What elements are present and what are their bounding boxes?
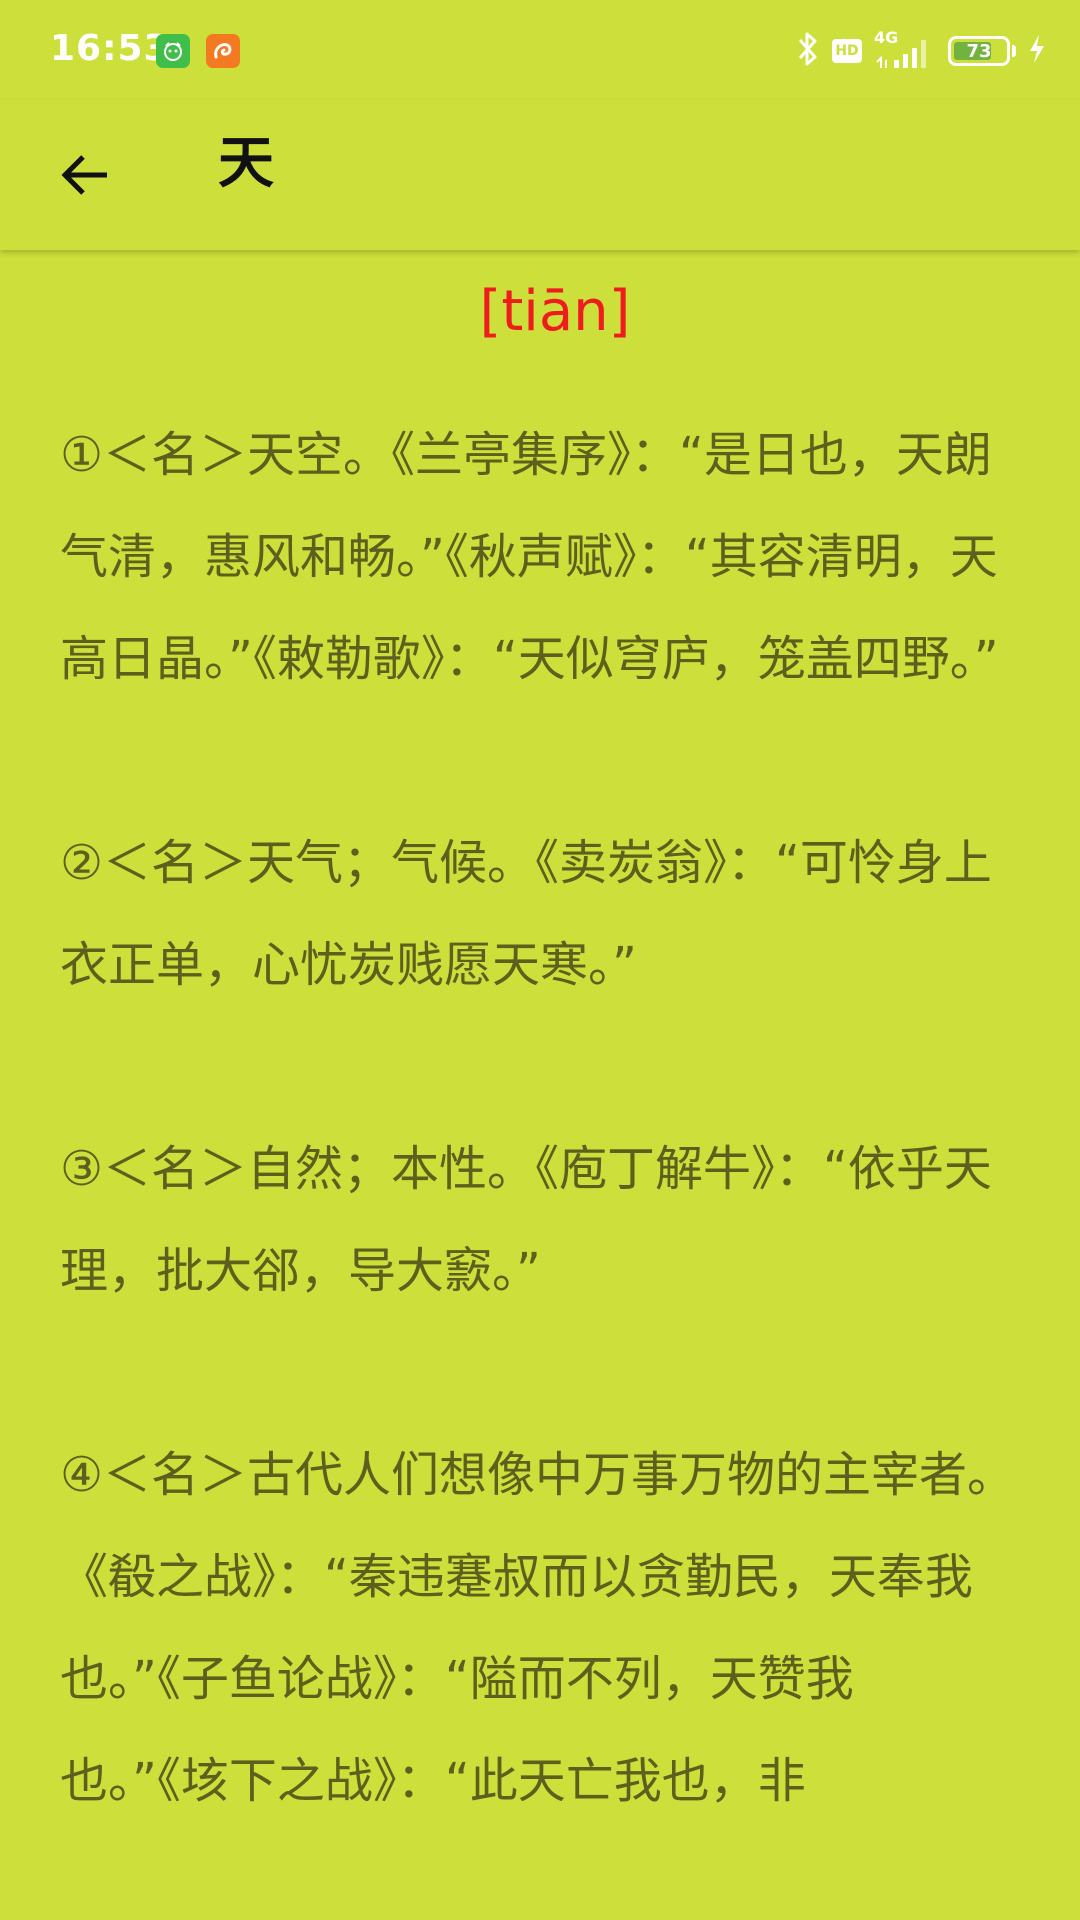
status-time: 16:53	[50, 28, 170, 69]
arrow-left-icon	[61, 155, 107, 195]
pinyin-label: [tiān]	[479, 279, 631, 344]
signal-bars-icon: 4G	[874, 28, 936, 70]
bluetooth-icon	[796, 30, 820, 72]
battery-level: 73	[966, 40, 992, 62]
status-bar: 16:53 HD 4G 73	[0, 0, 1080, 100]
green-app-notification-icon	[156, 34, 190, 68]
definition-item: ②＜名＞天气；气候。《卖炭翁》：“可怜身上衣正单，心忧炭贱愿天寒。”	[60, 835, 992, 993]
app-bar: 天	[0, 100, 1080, 250]
definition-item: ④＜名＞古代人们想像中万事万物的主宰者。《殽之战》：“秦违蹇叔而以贪勤民，天奉我…	[60, 1447, 1016, 1809]
status-icons: HD 4G 73	[796, 28, 1046, 74]
battery-tip	[1012, 45, 1016, 57]
orange-app-notification-icon	[206, 34, 240, 68]
page-title: 天	[218, 131, 274, 196]
lightning-icon	[1028, 34, 1046, 68]
battery-indicator: 73	[948, 36, 1010, 66]
definition-item: ①＜名＞天空。《兰亭集序》：“是日也，天朗气清，惠风和畅。”《秋声赋》：“其容清…	[60, 427, 999, 687]
definition-list: ①＜名＞天空。《兰亭集序》：“是日也，天朗气清，惠风和畅。”《秋声赋》：“其容清…	[60, 404, 1020, 1832]
definition-item: ③＜名＞自然；本性。《庖丁解牛》：“依乎天理，批大郤，导大窾。”	[60, 1141, 992, 1299]
back-button[interactable]	[40, 130, 130, 220]
hd-badge: HD	[832, 39, 862, 63]
